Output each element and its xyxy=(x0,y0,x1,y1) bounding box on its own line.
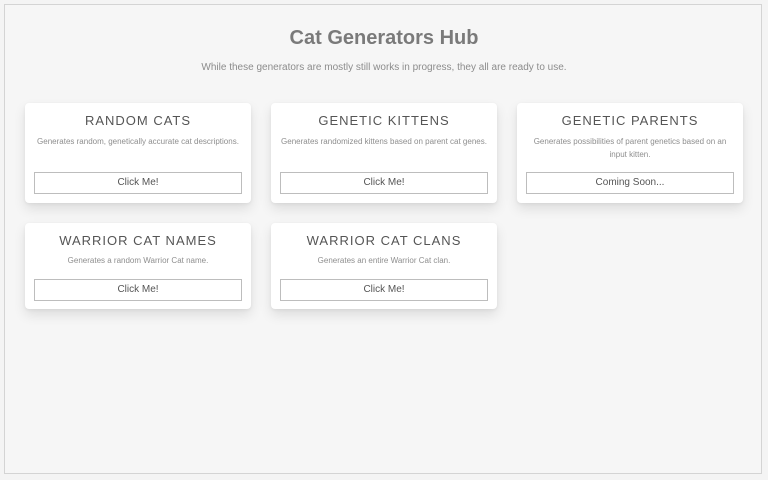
warrior-cat-clans-button[interactable]: Click Me! xyxy=(280,279,488,301)
card-title: WARRIOR CAT CLANS xyxy=(306,233,462,248)
genetic-parents-button[interactable]: Coming Soon... xyxy=(526,172,734,194)
card-title: GENETIC PARENTS xyxy=(561,113,699,128)
generator-card-genetic-kittens: GENETIC KITTENS Generates randomized kit… xyxy=(271,103,497,203)
card-title: WARRIOR CAT NAMES xyxy=(59,233,217,248)
card-description: Generates an entire Warrior Cat clan. xyxy=(317,256,451,265)
card-description: Generates random, genetically accurate c… xyxy=(37,137,239,146)
random-cats-button[interactable]: Click Me! xyxy=(34,172,242,194)
generator-card-warrior-cat-names: WARRIOR CAT NAMES Generates a random War… xyxy=(25,223,251,309)
generator-card-genetic-parents: GENETIC PARENTS Generates possibilities … xyxy=(517,103,743,203)
warrior-cat-names-button[interactable]: Click Me! xyxy=(34,279,242,301)
genetic-kittens-button[interactable]: Click Me! xyxy=(280,172,488,194)
card-title: GENETIC KITTENS xyxy=(318,113,450,128)
page-title: Cat Generators Hub xyxy=(289,27,479,49)
card-description: Generates a random Warrior Cat name. xyxy=(67,256,209,265)
generator-card-random-cats: RANDOM CATS Generates random, geneticall… xyxy=(25,103,251,203)
card-description: Generates randomized kittens based on pa… xyxy=(281,137,487,146)
card-description: Generates possibilities of parent geneti… xyxy=(533,137,727,159)
generator-card-warrior-cat-clans: WARRIOR CAT CLANS Generates an entire Wa… xyxy=(271,223,497,309)
card-title: RANDOM CATS xyxy=(84,113,192,128)
page-subtitle: While these generators are mostly still … xyxy=(201,62,567,73)
